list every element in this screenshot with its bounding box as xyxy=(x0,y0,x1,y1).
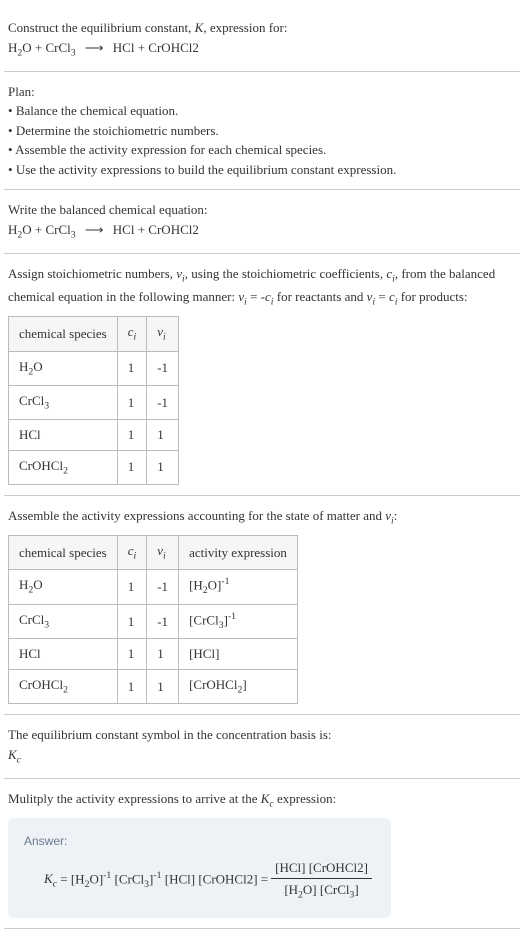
cell-species: H2O xyxy=(9,351,118,385)
table-header-row: chemical species ci νi activity expressi… xyxy=(9,535,298,569)
plan-list: Balance the chemical equation. Determine… xyxy=(8,101,516,179)
stoich-table: chemical species ci νi H2O 1 -1 CrCl3 1 … xyxy=(8,316,179,484)
cell-v: 1 xyxy=(147,639,179,670)
cell-c: 1 xyxy=(117,639,147,670)
cell-c: 1 xyxy=(117,420,147,451)
plan-heading: Plan: xyxy=(8,82,516,102)
cell-v: -1 xyxy=(147,351,179,385)
col-expr: activity expression xyxy=(179,535,298,569)
plan-item: Balance the chemical equation. xyxy=(8,101,516,121)
intro-section: Construct the equilibrium constant, K, e… xyxy=(4,8,520,72)
cell-species: H2O xyxy=(9,570,118,605)
activity-table: chemical species ci νi activity expressi… xyxy=(8,535,298,704)
answer-equation: Kc = [H2O]-1 [CrCl3]-1 [HCl] [CrOHCl2] =… xyxy=(24,858,375,904)
table-row: CrCl3 1 -1 [CrCl3]-1 xyxy=(9,604,298,639)
symbol-text: The equilibrium constant symbol in the c… xyxy=(8,725,516,745)
symbol-section: The equilibrium constant symbol in the c… xyxy=(4,715,520,779)
cell-v: -1 xyxy=(147,604,179,639)
cell-c: 1 xyxy=(117,669,147,703)
cell-expr: [CrOHCl2] xyxy=(179,669,298,703)
cell-species: CrOHCl2 xyxy=(9,669,118,703)
col-species: chemical species xyxy=(9,317,118,351)
cell-v: 1 xyxy=(147,450,179,484)
col-vi: νi xyxy=(147,535,179,569)
table-header-row: chemical species ci νi xyxy=(9,317,179,351)
cell-species: CrCl3 xyxy=(9,385,118,419)
table-row: HCl 1 1 xyxy=(9,420,179,451)
cell-v: 1 xyxy=(147,420,179,451)
answer-numerator: [HCl] [CrOHCl2] xyxy=(271,858,372,880)
table-row: CrOHCl2 1 1 [CrOHCl2] xyxy=(9,669,298,703)
intro-equation: H2O + CrCl3 ⟶ HCl + CrOHCl2 xyxy=(8,38,516,61)
answer-denominator: [H2O] [CrCl3] xyxy=(271,879,372,903)
cell-species: HCl xyxy=(9,639,118,670)
balanced-equation: H2O + CrCl3 ⟶ HCl + CrOHCl2 xyxy=(8,220,516,243)
cell-species: CrCl3 xyxy=(9,604,118,639)
table-row: CrCl3 1 -1 xyxy=(9,385,179,419)
answer-label: Answer: xyxy=(24,832,375,850)
cell-c: 1 xyxy=(117,351,147,385)
cell-c: 1 xyxy=(117,570,147,605)
plan-item: Assemble the activity expression for eac… xyxy=(8,140,516,160)
cell-v: -1 xyxy=(147,385,179,419)
answer-box: Answer: Kc = [H2O]-1 [CrCl3]-1 [HCl] [Cr… xyxy=(8,818,391,918)
plan-item: Use the activity expressions to build th… xyxy=(8,160,516,180)
activity-section: Assemble the activity expressions accoun… xyxy=(4,496,520,715)
stoich-section: Assign stoichiometric numbers, νi, using… xyxy=(4,254,520,496)
balanced-heading: Write the balanced chemical equation: xyxy=(8,200,516,220)
answer-fraction: [HCl] [CrOHCl2] [H2O] [CrCl3] xyxy=(271,858,372,904)
cell-c: 1 xyxy=(117,450,147,484)
intro-line: Construct the equilibrium constant, K, e… xyxy=(8,18,516,38)
cell-species: HCl xyxy=(9,420,118,451)
col-ci: ci xyxy=(117,317,147,351)
cell-c: 1 xyxy=(117,385,147,419)
cell-v: 1 xyxy=(147,669,179,703)
table-row: HCl 1 1 [HCl] xyxy=(9,639,298,670)
table-row: H2O 1 -1 [H2O]-1 xyxy=(9,570,298,605)
stoich-text: Assign stoichiometric numbers, νi, using… xyxy=(8,264,516,310)
plan-item: Determine the stoichiometric numbers. xyxy=(8,121,516,141)
balanced-section: Write the balanced chemical equation: H2… xyxy=(4,190,520,254)
multiply-text: Mulitply the activity expressions to arr… xyxy=(8,789,516,812)
cell-expr: [H2O]-1 xyxy=(179,570,298,605)
col-vi: νi xyxy=(147,317,179,351)
table-row: H2O 1 -1 xyxy=(9,351,179,385)
col-species: chemical species xyxy=(9,535,118,569)
cell-species: CrOHCl2 xyxy=(9,450,118,484)
activity-text: Assemble the activity expressions accoun… xyxy=(8,506,516,529)
col-ci: ci xyxy=(117,535,147,569)
cell-v: -1 xyxy=(147,570,179,605)
table-row: CrOHCl2 1 1 xyxy=(9,450,179,484)
cell-c: 1 xyxy=(117,604,147,639)
cell-expr: [HCl] xyxy=(179,639,298,670)
symbol-value: Kc xyxy=(8,745,516,768)
cell-expr: [CrCl3]-1 xyxy=(179,604,298,639)
multiply-section: Mulitply the activity expressions to arr… xyxy=(4,779,520,929)
answer-lhs: Kc = [H2O]-1 [CrCl3]-1 [HCl] [CrOHCl2] = xyxy=(44,869,268,893)
plan-section: Plan: Balance the chemical equation. Det… xyxy=(4,72,520,191)
